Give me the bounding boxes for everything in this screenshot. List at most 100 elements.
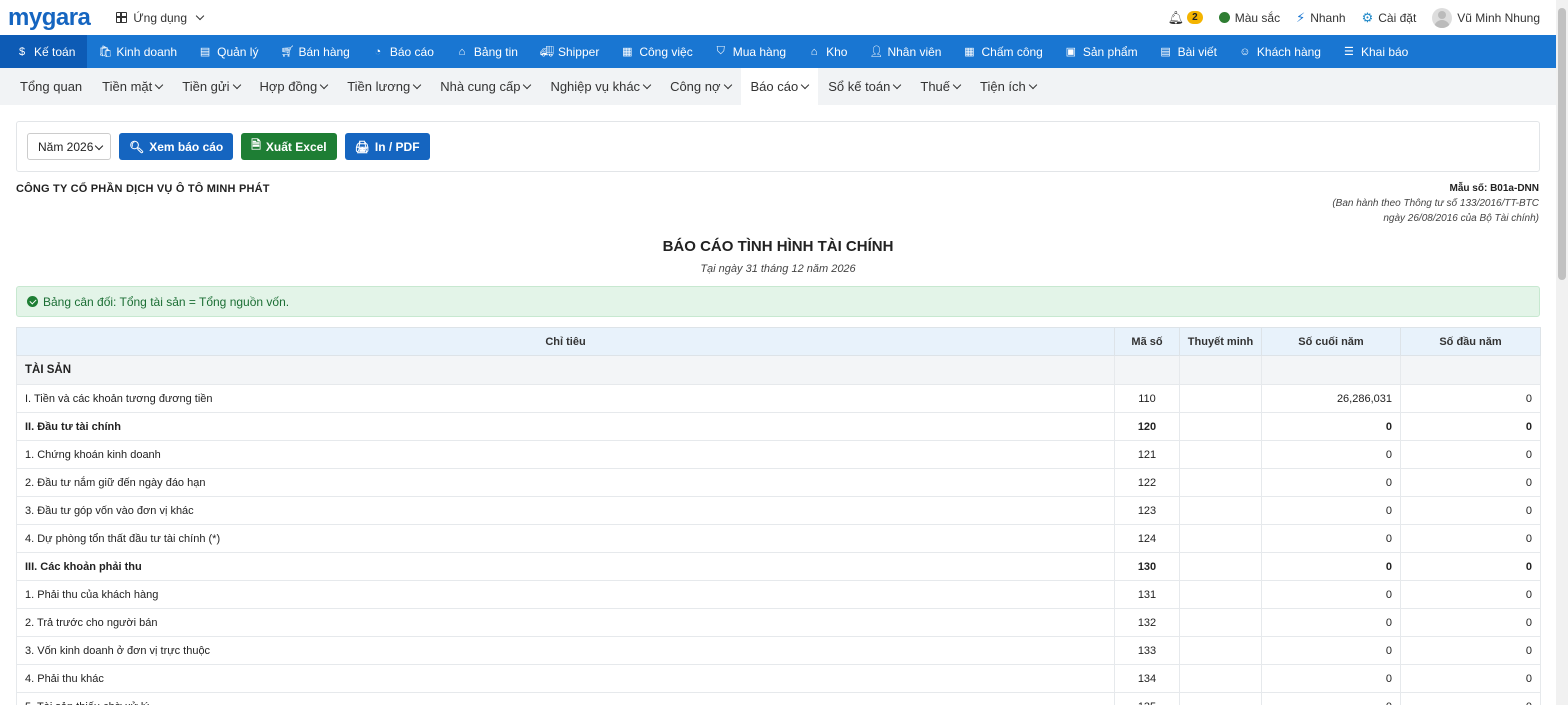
row-label: 2. Đầu tư nắm giữ đến ngày đáo hạn: [16, 468, 1115, 497]
id-card-icon: ▤: [199, 46, 211, 58]
subtab-5[interactable]: Nhà cung cấp: [430, 68, 540, 105]
color-theme-label: Màu sắc: [1234, 10, 1281, 25]
module-tab-8[interactable]: ⛉ Mua hàng: [704, 35, 797, 68]
top-bar: mygara Ứng dụng 🔔︎ 2 Màu sắc ⚡︎ Nhanh ⚙ …: [0, 0, 1556, 35]
module-tab-6[interactable]: 🚚︎ Shipper: [529, 35, 610, 68]
vertical-scrollbar[interactable]: [1556, 0, 1568, 705]
list-icon: ☰: [1344, 46, 1354, 58]
user-menu[interactable]: Vũ Minh Nhung: [1432, 7, 1540, 28]
grid-icon: [116, 12, 128, 23]
smile-icon: ☺: [1239, 45, 1251, 58]
apps-menu-button[interactable]: Ứng dụng: [116, 10, 205, 25]
file-icon: 🗎︎: [251, 138, 261, 152]
row-end-year-value: 0: [1261, 496, 1401, 525]
bolt-icon: ⚡︎: [1296, 9, 1306, 25]
view-report-button[interactable]: 🔍︎ Xem báo cáo: [119, 133, 234, 160]
print-pdf-button[interactable]: 🖨︎ In / PDF: [344, 133, 430, 160]
module-tab-0[interactable]: $ Kế toán: [0, 35, 88, 68]
module-tab-4[interactable]: ◔ Báo cáo: [361, 35, 445, 68]
subtab-label: Nhà cung cấp: [440, 79, 521, 94]
subtab-label: Tiền gửi: [182, 79, 230, 94]
row-note: [1179, 524, 1262, 553]
scrollbar-thumb[interactable]: [1558, 8, 1566, 280]
row-label: TÀI SẢN: [16, 355, 1115, 385]
module-tab-13[interactable]: ▤ Bài viết: [1149, 35, 1228, 68]
module-tab-11[interactable]: ▦ Chấm công: [952, 35, 1053, 68]
check-circle-icon: [27, 296, 38, 307]
column-header-start-year: Số đầu năm: [1400, 327, 1541, 356]
row-start-year-value: 0: [1400, 384, 1541, 413]
palette-icon: [1218, 12, 1230, 23]
notification-count-badge: 2: [1187, 11, 1203, 24]
report-content: Năm 2026 🔍︎ Xem báo cáo 🗎︎ Xuất Excel 🖨︎…: [0, 105, 1556, 705]
search-icon: 🔍︎: [129, 139, 145, 154]
subtab-6[interactable]: Nghiệp vụ khác: [540, 68, 660, 105]
year-select[interactable]: Năm 2026: [27, 133, 111, 160]
module-tab-12[interactable]: ▣ Sản phẩm: [1054, 35, 1149, 68]
module-tab-3[interactable]: 🛒︎ Bán hàng: [269, 35, 360, 68]
row-code: 124: [1114, 524, 1180, 553]
cart-icon: 🛒︎: [280, 46, 295, 58]
subtab-1[interactable]: Tiền mặt: [92, 68, 172, 105]
chevron-down-icon: [952, 80, 962, 89]
subtab-2[interactable]: Tiền gửi: [172, 68, 249, 105]
export-excel-label: Xuất Excel: [265, 139, 327, 154]
row-start-year-value: 0: [1400, 664, 1541, 693]
subtab-7[interactable]: Công nợ: [660, 68, 740, 105]
row-start-year-value: 0: [1400, 692, 1541, 705]
logo-part-gara: gara: [41, 3, 91, 31]
subtab-10[interactable]: Thuế: [910, 68, 970, 105]
report-title: BÁO CÁO TÌNH HÌNH TÀI CHÍNH: [662, 238, 894, 255]
quick-button[interactable]: ⚡︎ Nhanh: [1296, 10, 1346, 26]
sub-nav: Tổng quan Tiền mặt Tiền gửi Hợp đồng Tiền lư…: [0, 68, 1556, 105]
row-code: 120: [1114, 412, 1180, 441]
logo-part-my: my: [8, 3, 42, 31]
module-tab-15[interactable]: ☰ Khai báo: [1332, 35, 1419, 68]
subtab-label: Công nợ: [670, 79, 721, 94]
chevron-down-icon: [893, 80, 902, 89]
row-code: 121: [1114, 440, 1180, 469]
module-tab-label: Shipper: [557, 44, 600, 59]
export-excel-button[interactable]: 🗎︎ Xuất Excel: [241, 133, 337, 160]
table-row: 4. Phải thu khác 134 0 0: [16, 664, 1541, 693]
subtab-8[interactable]: Báo cáo: [740, 68, 819, 105]
row-label: 5. Tài sản thiếu chờ xử lý: [16, 692, 1115, 705]
module-tab-10[interactable]: 👤︎ Nhân viên: [858, 35, 952, 68]
module-tab-label: Khách hàng: [1256, 44, 1321, 59]
row-note: [1179, 440, 1262, 469]
apps-menu-label: Ứng dụng: [133, 10, 188, 25]
subtab-0[interactable]: Tổng quan: [10, 68, 92, 105]
settings-label: Cài đặt: [1378, 10, 1417, 25]
row-note: [1179, 355, 1262, 385]
row-label: 2. Trả trước cho người bán: [16, 608, 1115, 637]
row-end-year-value: 0: [1261, 440, 1401, 469]
module-tab-1[interactable]: 🛍︎ Kinh doanh: [87, 35, 188, 68]
module-tab-2[interactable]: ▤ Quản lý: [188, 35, 269, 68]
warehouse-icon: ⌂: [810, 45, 818, 58]
module-tab-label: Báo cáo: [389, 44, 434, 59]
home-icon: ⌂: [458, 45, 466, 58]
logo[interactable]: mygara: [8, 3, 91, 31]
subtab-11[interactable]: Tiện ích: [970, 68, 1046, 105]
module-tab-9[interactable]: ⌂ Kho: [797, 35, 858, 68]
subtab-label: Tiền mặt: [102, 79, 153, 94]
balance-sheet-table: Chỉ tiêu Mã số Thuyết minh Số cuối năm S…: [16, 327, 1541, 705]
printer-icon: 🖨︎: [354, 139, 370, 154]
subtab-4[interactable]: Tiền lương: [337, 68, 430, 105]
module-tab-5[interactable]: ⌂ Bảng tin: [445, 35, 529, 68]
color-theme-button[interactable]: Màu sắc: [1218, 10, 1281, 25]
bell-icon: 🔔︎: [1167, 9, 1185, 25]
subtab-9[interactable]: Sổ kế toán: [818, 68, 910, 105]
notifications-button[interactable]: 🔔︎ 2: [1168, 10, 1203, 26]
module-tab-14[interactable]: ☺ Khách hàng: [1228, 35, 1332, 68]
settings-button[interactable]: ⚙ Cài đặt: [1362, 10, 1417, 26]
subtab-label: Nghiệp vụ khác: [550, 79, 641, 94]
subtab-3[interactable]: Hợp đồng: [250, 68, 338, 105]
year-select-value: Năm 2026: [38, 139, 94, 154]
form-note-line1: (Ban hành theo Thông tư số 133/2016/TT-B…: [1332, 198, 1539, 209]
gear-icon: ⚙: [1361, 9, 1374, 25]
row-start-year-value: 0: [1400, 552, 1541, 581]
module-tab-7[interactable]: ▦ Công việc: [610, 35, 703, 68]
table-row: III. Các khoản phải thu 130 0 0: [16, 552, 1541, 581]
chevron-down-icon: [412, 80, 422, 89]
